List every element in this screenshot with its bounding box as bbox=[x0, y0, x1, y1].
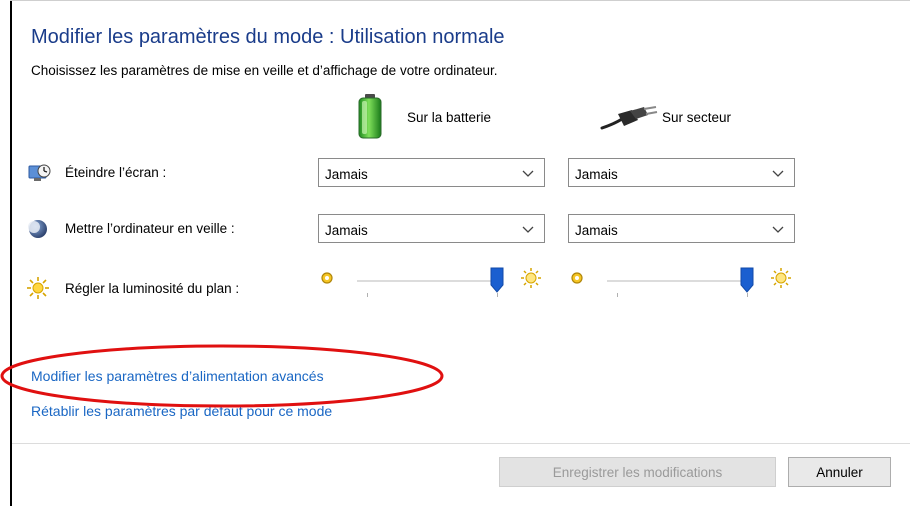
bright-sun-icon bbox=[771, 268, 791, 288]
select-value: Jamais bbox=[575, 167, 618, 182]
cancel-button[interactable]: Annuler bbox=[788, 457, 891, 487]
screen-off-plugged-select[interactable]: Jamais bbox=[568, 158, 795, 187]
footer-divider bbox=[12, 443, 910, 444]
sleep-plugged-select[interactable]: Jamais bbox=[568, 214, 795, 243]
window-border-left bbox=[10, 0, 12, 506]
sun-icon bbox=[27, 277, 49, 299]
chevron-down-icon bbox=[772, 226, 784, 233]
slider-tick bbox=[497, 293, 498, 297]
slider-tick bbox=[367, 293, 368, 297]
slider-tick bbox=[747, 293, 748, 297]
column-header-plugged: Sur secteur bbox=[662, 110, 732, 125]
highlight-oval bbox=[0, 344, 444, 408]
brightness-plugged-slider[interactable] bbox=[570, 267, 800, 297]
select-value: Jamais bbox=[325, 167, 368, 182]
sleep-label: Mettre l’ordinateur en veille : bbox=[65, 221, 235, 236]
slider-thumb[interactable] bbox=[740, 267, 754, 293]
slider-tick bbox=[617, 293, 618, 297]
chevron-down-icon bbox=[522, 226, 534, 233]
screen-off-battery-select[interactable]: Jamais bbox=[318, 158, 545, 187]
select-value: Jamais bbox=[325, 223, 368, 238]
select-value: Jamais bbox=[575, 223, 618, 238]
dim-sun-icon bbox=[321, 272, 333, 284]
slider-thumb[interactable] bbox=[490, 267, 504, 293]
brightness-label: Régler la luminosité du plan : bbox=[65, 281, 240, 296]
screen-clock-icon bbox=[28, 164, 51, 181]
column-header-battery: Sur la batterie bbox=[407, 110, 492, 125]
moon-icon bbox=[28, 220, 47, 238]
brightness-battery-slider[interactable] bbox=[320, 267, 550, 297]
dim-sun-icon bbox=[571, 272, 583, 284]
bright-sun-icon bbox=[521, 268, 541, 288]
screen-off-label: Éteindre l’écran : bbox=[65, 165, 167, 180]
battery-icon bbox=[358, 94, 382, 139]
slider-track bbox=[607, 280, 747, 282]
sleep-battery-select[interactable]: Jamais bbox=[318, 214, 545, 243]
page-title: Modifier les paramètres du mode : Utilis… bbox=[31, 26, 505, 48]
chevron-down-icon bbox=[522, 170, 534, 177]
power-plug-icon bbox=[600, 106, 658, 130]
page-subtitle: Choisissez les paramètres de mise en vei… bbox=[31, 63, 498, 78]
chevron-down-icon bbox=[772, 170, 784, 177]
window-border-top bbox=[10, 0, 910, 1]
slider-track bbox=[357, 280, 497, 282]
save-changes-button[interactable]: Enregistrer les modifications bbox=[499, 457, 776, 487]
